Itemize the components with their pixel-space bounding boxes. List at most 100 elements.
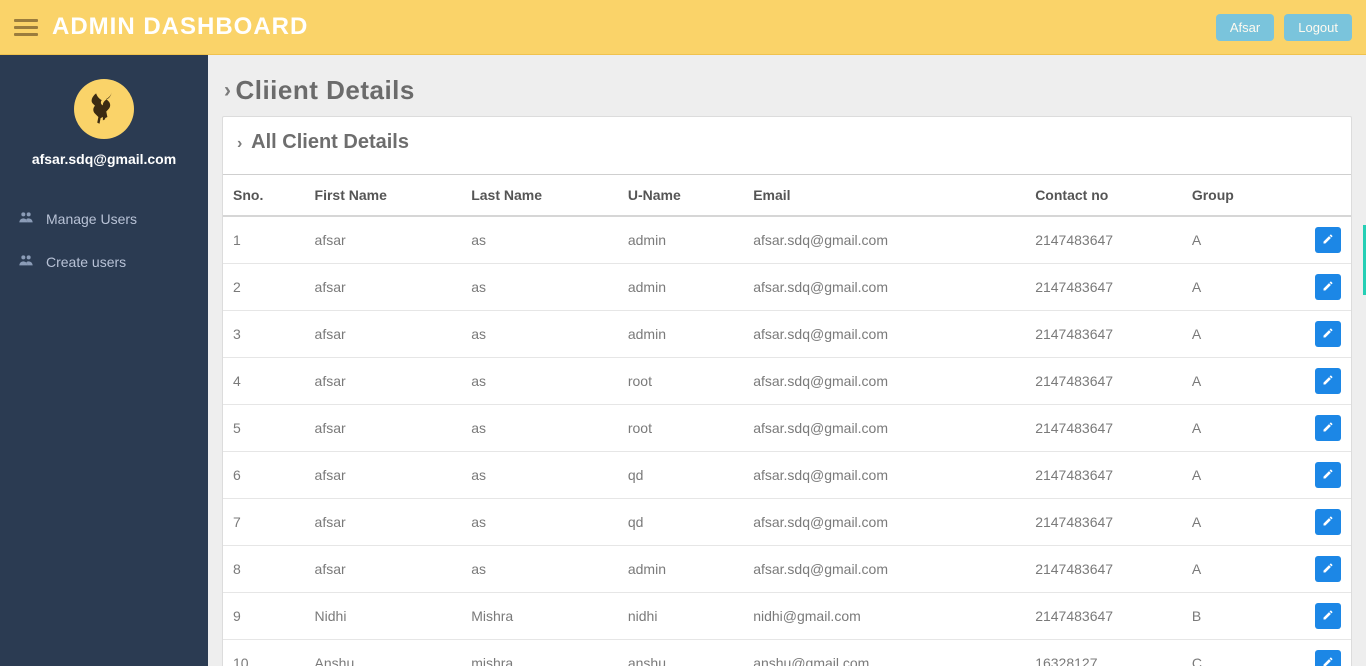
logout-button[interactable]: Logout — [1284, 14, 1352, 41]
edit-button[interactable] — [1315, 462, 1341, 488]
edit-button[interactable] — [1315, 274, 1341, 300]
cell-sno: 6 — [223, 452, 307, 499]
edit-button[interactable] — [1315, 556, 1341, 582]
users-icon — [18, 252, 34, 271]
edit-button[interactable] — [1315, 227, 1341, 253]
cell-group: B — [1184, 593, 1288, 640]
cell-sno: 1 — [223, 216, 307, 264]
cell-sno: 2 — [223, 264, 307, 311]
cell-email: anshu@gmail.com — [745, 640, 1027, 666]
cell-action — [1288, 499, 1351, 546]
cell-email: afsar.sdq@gmail.com — [745, 264, 1027, 311]
table-row: 9NidhiMishranidhinidhi@gmail.com21474836… — [223, 593, 1351, 640]
cell-contact: 2147483647 — [1027, 452, 1184, 499]
cell-action — [1288, 640, 1351, 666]
cell-sno: 9 — [223, 593, 307, 640]
clients-table-wrap: Sno. First Name Last Name U-Name Email C… — [223, 174, 1351, 666]
cell-email: afsar.sdq@gmail.com — [745, 546, 1027, 593]
table-row: 2afsarasadminafsar.sdq@gmail.com21474836… — [223, 264, 1351, 311]
cell-email: nidhi@gmail.com — [745, 593, 1027, 640]
cell-uname: root — [620, 405, 745, 452]
pencil-icon — [1322, 421, 1334, 436]
user-button[interactable]: Afsar — [1216, 14, 1274, 41]
cell-sno: 5 — [223, 405, 307, 452]
clients-table: Sno. First Name Last Name U-Name Email C… — [223, 175, 1351, 666]
cell-sno: 4 — [223, 358, 307, 405]
cell-uname: admin — [620, 311, 745, 358]
edit-button[interactable] — [1315, 603, 1341, 629]
cell-last: as — [463, 452, 620, 499]
table-row: 4afsarasrootafsar.sdq@gmail.com214748364… — [223, 358, 1351, 405]
cell-first: afsar — [307, 546, 464, 593]
pencil-icon — [1322, 233, 1334, 248]
cell-group: A — [1184, 216, 1288, 264]
edit-button[interactable] — [1315, 321, 1341, 347]
th-uname[interactable]: U-Name — [620, 175, 745, 216]
th-contact[interactable]: Contact no — [1027, 175, 1184, 216]
cell-uname: qd — [620, 499, 745, 546]
cell-action — [1288, 311, 1351, 358]
pencil-icon — [1322, 562, 1334, 577]
cell-last: Mishra — [463, 593, 620, 640]
cell-email: afsar.sdq@gmail.com — [745, 499, 1027, 546]
cell-group: A — [1184, 499, 1288, 546]
chevron-right-icon: › — [224, 79, 231, 103]
th-first[interactable]: First Name — [307, 175, 464, 216]
cell-email: afsar.sdq@gmail.com — [745, 216, 1027, 264]
sidebar: afsar.sdq@gmail.com Manage Users Create … — [0, 55, 208, 666]
cell-first: Anshu — [307, 640, 464, 666]
cell-last: as — [463, 264, 620, 311]
pencil-icon — [1322, 515, 1334, 530]
cell-contact: 2147483647 — [1027, 358, 1184, 405]
cell-email: afsar.sdq@gmail.com — [745, 452, 1027, 499]
th-last[interactable]: Last Name — [463, 175, 620, 216]
table-row: 8afsarasadminafsar.sdq@gmail.com21474836… — [223, 546, 1351, 593]
sidebar-item-create-users[interactable]: Create users — [0, 240, 208, 283]
cell-group: C — [1184, 640, 1288, 666]
pencil-icon — [1322, 468, 1334, 483]
hamburger-icon[interactable] — [14, 15, 38, 40]
cell-last: mishra — [463, 640, 620, 666]
cell-group: A — [1184, 452, 1288, 499]
cell-first: afsar — [307, 264, 464, 311]
cell-action — [1288, 405, 1351, 452]
sidebar-item-label: Create users — [46, 254, 126, 270]
cell-first: afsar — [307, 216, 464, 264]
sidebar-nav: Manage Users Create users — [0, 197, 208, 283]
cell-first: afsar — [307, 405, 464, 452]
cell-uname: admin — [620, 264, 745, 311]
clients-panel: › All Client Details Sno. First Name Las… — [222, 116, 1352, 666]
edit-button[interactable] — [1315, 509, 1341, 535]
cell-first: afsar — [307, 358, 464, 405]
cell-uname: admin — [620, 216, 745, 264]
cell-first: afsar — [307, 452, 464, 499]
edit-button[interactable] — [1315, 650, 1341, 666]
cell-last: as — [463, 499, 620, 546]
sidebar-item-manage-users[interactable]: Manage Users — [0, 197, 208, 240]
table-header-row: Sno. First Name Last Name U-Name Email C… — [223, 175, 1351, 216]
cell-contact: 2147483647 — [1027, 264, 1184, 311]
cell-last: as — [463, 546, 620, 593]
cell-uname: admin — [620, 546, 745, 593]
cell-group: A — [1184, 264, 1288, 311]
edit-button[interactable] — [1315, 368, 1341, 394]
brand-title[interactable]: ADMIN DASHBOARD — [52, 13, 308, 41]
pencil-icon — [1322, 656, 1334, 666]
pencil-icon — [1322, 327, 1334, 342]
cell-contact: 2147483647 — [1027, 593, 1184, 640]
cell-uname: nidhi — [620, 593, 745, 640]
th-sno[interactable]: Sno. — [223, 175, 307, 216]
profile-block: afsar.sdq@gmail.com — [0, 55, 208, 179]
cell-email: afsar.sdq@gmail.com — [745, 358, 1027, 405]
deer-icon — [86, 90, 122, 129]
avatar[interactable] — [74, 79, 134, 139]
topbar: ADMIN DASHBOARD Afsar Logout — [0, 0, 1366, 55]
edit-button[interactable] — [1315, 415, 1341, 441]
cell-sno: 7 — [223, 499, 307, 546]
cell-last: as — [463, 311, 620, 358]
main-content: › Cliient Details › All Client Details S… — [208, 55, 1366, 666]
th-group[interactable]: Group — [1184, 175, 1288, 216]
cell-last: as — [463, 405, 620, 452]
cell-group: A — [1184, 546, 1288, 593]
th-email[interactable]: Email — [745, 175, 1027, 216]
